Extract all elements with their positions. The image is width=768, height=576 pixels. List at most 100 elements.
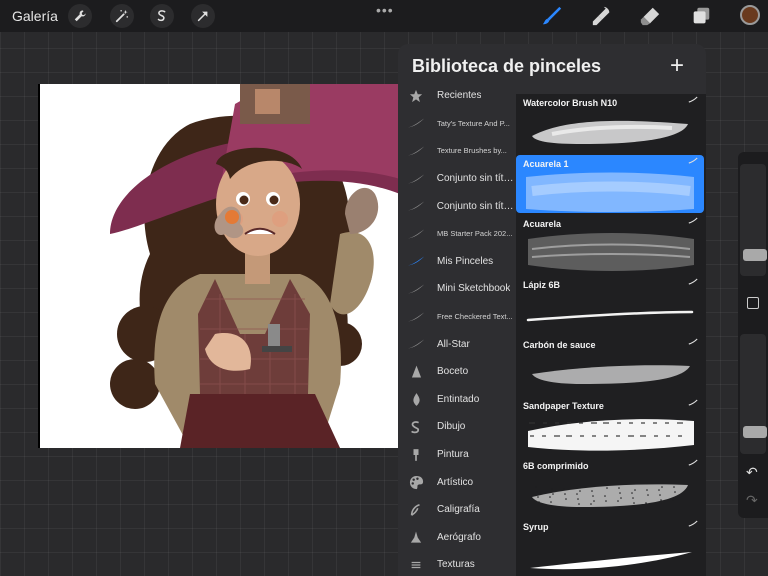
artwork-illustration — [110, 84, 400, 448]
brush-item[interactable]: 6B comprimido — [516, 457, 704, 515]
brush-size-slider[interactable] — [740, 164, 767, 276]
brush-opacity-slider[interactable] — [740, 334, 767, 454]
brush-stroke-preview — [522, 229, 698, 273]
brush-set-label: MB Starter Pack 202... — [437, 229, 513, 239]
brush-stroke-preview — [522, 169, 698, 213]
brush-library-title: Biblioteca de pinceles — [412, 56, 602, 76]
brush-set-item[interactable]: Artístico — [398, 468, 516, 496]
brush-set-item[interactable]: Conjunto sin título — [398, 192, 516, 220]
brush-set-item[interactable]: Pintura — [398, 441, 516, 469]
brush-size-thumb[interactable] — [743, 249, 767, 261]
brush-stroke-icon — [404, 224, 428, 244]
brush-set-item[interactable]: Conjunto sin título — [398, 165, 516, 193]
brush-stroke-icon — [404, 307, 428, 327]
brush-set-label: Conjunto sin título — [436, 173, 516, 185]
brush-stroke-icon — [404, 279, 428, 299]
top-toolbar: Galería ••• — [0, 0, 768, 32]
brush-item[interactable]: Carbón de sauce — [516, 336, 704, 394]
brush-stroke-icon — [404, 113, 428, 133]
brush-stroke-mini-icon — [688, 399, 698, 408]
brush-set-item[interactable]: Free Checkered Text... — [398, 303, 516, 331]
transform-arrow-icon[interactable] — [191, 4, 215, 28]
brush-opacity-thumb[interactable] — [743, 426, 767, 438]
brush-set-label: Conjunto sin título — [436, 200, 516, 212]
brush-set-item[interactable]: Texturas — [398, 551, 516, 576]
brush-name: Watercolor Brush N10 — [523, 98, 618, 108]
brush-stroke-mini-icon — [688, 459, 698, 468]
brush-set-label: Dibujo — [437, 421, 466, 433]
brush-set-label: Mini Sketchbook — [437, 283, 511, 295]
right-sidebar: ↶ ↷ — [738, 152, 768, 518]
star-icon — [404, 86, 428, 106]
brush-stroke-mini-icon — [688, 520, 698, 529]
brush-set-label: Recientes — [437, 90, 482, 102]
brush-item[interactable]: Watercolor Brush N10 — [516, 94, 704, 152]
brush-set-item[interactable]: Dibujo — [398, 413, 516, 441]
brush-set-item[interactable]: Aerógrafo — [398, 524, 516, 552]
brush-name: 6B comprimido — [523, 461, 589, 471]
brush-stroke-preview — [522, 532, 698, 576]
swirl-icon — [404, 417, 428, 437]
brush-stroke-preview — [522, 471, 698, 515]
add-brush-set-button[interactable]: + — [670, 54, 684, 78]
eraser-icon[interactable] — [638, 4, 662, 28]
brush-stroke-preview — [522, 411, 698, 455]
wrench-icon[interactable] — [68, 4, 92, 28]
layers-icon[interactable] — [689, 4, 713, 28]
color-picker-swatch[interactable] — [740, 5, 760, 25]
brush-set-label: Texturas — [437, 559, 475, 571]
brush-name: Sandpaper Texture — [523, 400, 604, 411]
brush-icon[interactable] — [540, 4, 564, 28]
magic-wand-icon[interactable] — [110, 4, 134, 28]
more-options-button[interactable]: ••• — [376, 2, 394, 18]
brush-set-item[interactable]: All-Star — [398, 330, 516, 358]
brush-stroke-mini-icon — [688, 96, 698, 105]
brush-set-item[interactable]: Entintado — [398, 386, 516, 414]
brush-stroke-mini-icon — [688, 217, 698, 226]
brush-set-item[interactable]: Boceto — [398, 358, 516, 386]
pencil-tip-icon — [404, 362, 428, 382]
brush-set-item[interactable]: Recientes — [398, 82, 516, 110]
gallery-button[interactable]: Galería — [12, 8, 58, 24]
brush-set-label: Boceto — [437, 366, 469, 378]
ink-drop-icon — [404, 389, 428, 409]
brush-stroke-preview — [522, 108, 698, 152]
selection-icon[interactable] — [150, 4, 174, 28]
brush-set-item[interactable]: Mini Sketchbook — [398, 275, 516, 303]
brush-set-label: Mis Pinceles — [437, 255, 494, 267]
brush-name: Lápiz 6B — [523, 279, 561, 290]
brush-set-label: Entintado — [437, 393, 480, 405]
paint-brush-icon — [404, 445, 428, 465]
smudge-icon[interactable] — [590, 4, 614, 28]
brush-set-item[interactable]: Mis Pinceles — [398, 248, 516, 276]
brush-stroke-icon — [404, 334, 428, 354]
brush-stroke-mini-icon — [688, 338, 698, 347]
brush-library-panel: Biblioteca de pinceles + Recientes Taty's… — [398, 44, 706, 576]
modify-button[interactable] — [747, 297, 759, 309]
brush-item[interactable]: Syrup — [516, 518, 704, 576]
brush-name: Carbón de sauce — [523, 340, 596, 350]
brush-set-label: Taty's Texture And P... — [437, 118, 510, 128]
brush-set-item[interactable]: Taty's Texture And P... — [398, 110, 516, 138]
brush-set-item[interactable]: MB Starter Pack 202... — [398, 220, 516, 248]
brush-set-item[interactable]: Texture Brushes by... — [398, 137, 516, 165]
brush-stroke-preview — [522, 290, 698, 334]
brush-set-item[interactable]: Caligrafía — [398, 496, 516, 524]
brush-stroke-icon — [404, 169, 428, 189]
drawing-canvas[interactable] — [40, 84, 400, 448]
brush-set-list: Recientes Taty's Texture And P... Texture … — [398, 82, 516, 576]
brush-set-label: Caligrafía — [437, 504, 480, 516]
brush-item[interactable]: Acuarela 1 — [516, 154, 704, 213]
brush-item[interactable]: Lápiz 6B — [516, 276, 704, 334]
brush-item[interactable]: Acuarela — [516, 215, 704, 273]
brush-stroke-selected-icon — [404, 251, 428, 271]
redo-button[interactable]: ↷ — [746, 492, 758, 509]
brush-item[interactable]: Sandpaper Texture — [516, 397, 704, 455]
undo-button[interactable]: ↶ — [746, 464, 758, 481]
calligraphy-icon — [404, 500, 428, 520]
brush-stroke-mini-icon — [688, 278, 698, 287]
brush-name: Acuarela 1 — [523, 158, 569, 169]
brush-set-label: All-Star — [437, 338, 470, 350]
palette-icon — [404, 472, 428, 492]
brush-stroke-mini-icon — [688, 157, 698, 166]
